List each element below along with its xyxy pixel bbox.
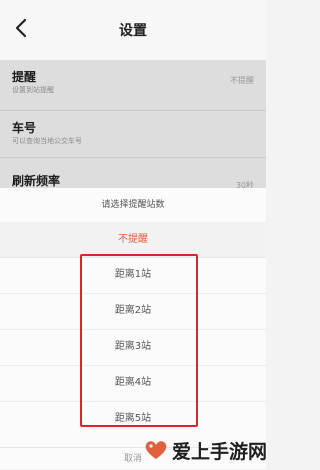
setting-row-remind[interactable]: 提醒 设置到站提醒 不提醒 [0,60,266,111]
page-title: 设置 [119,23,147,39]
option-1-station[interactable]: 距离1站 [0,257,266,294]
setting-label: 刷新频率 [12,174,61,188]
option-4-stations[interactable]: 距离4站 [0,365,266,402]
top-bar: 设置 [0,0,266,60]
setting-subtitle: 设置到站提醒 [12,86,54,94]
setting-row-bus-number[interactable]: 车号 可以查询当地公交车号 [0,111,266,158]
remind-stations-sheet: 请选择提醒站数 不提醒 距离1站 距离2站 距离3站 距离4站 距离5站 取消 [0,188,266,469]
option-5-stations[interactable]: 距离5站 [0,401,266,437]
cancel-button[interactable]: 取消 [0,447,266,470]
option-3-stations[interactable]: 距离3站 [0,329,266,366]
option-2-stations[interactable]: 距离2站 [0,293,266,330]
setting-label: 车号 [12,121,37,135]
setting-label: 提醒 [12,70,37,84]
option-no-remind[interactable]: 不提醒 [0,222,266,258]
setting-value: 不提醒 [230,76,254,85]
setting-subtitle: 可以查询当地公交车号 [12,137,82,145]
sheet-title: 请选择提醒站数 [0,188,266,223]
